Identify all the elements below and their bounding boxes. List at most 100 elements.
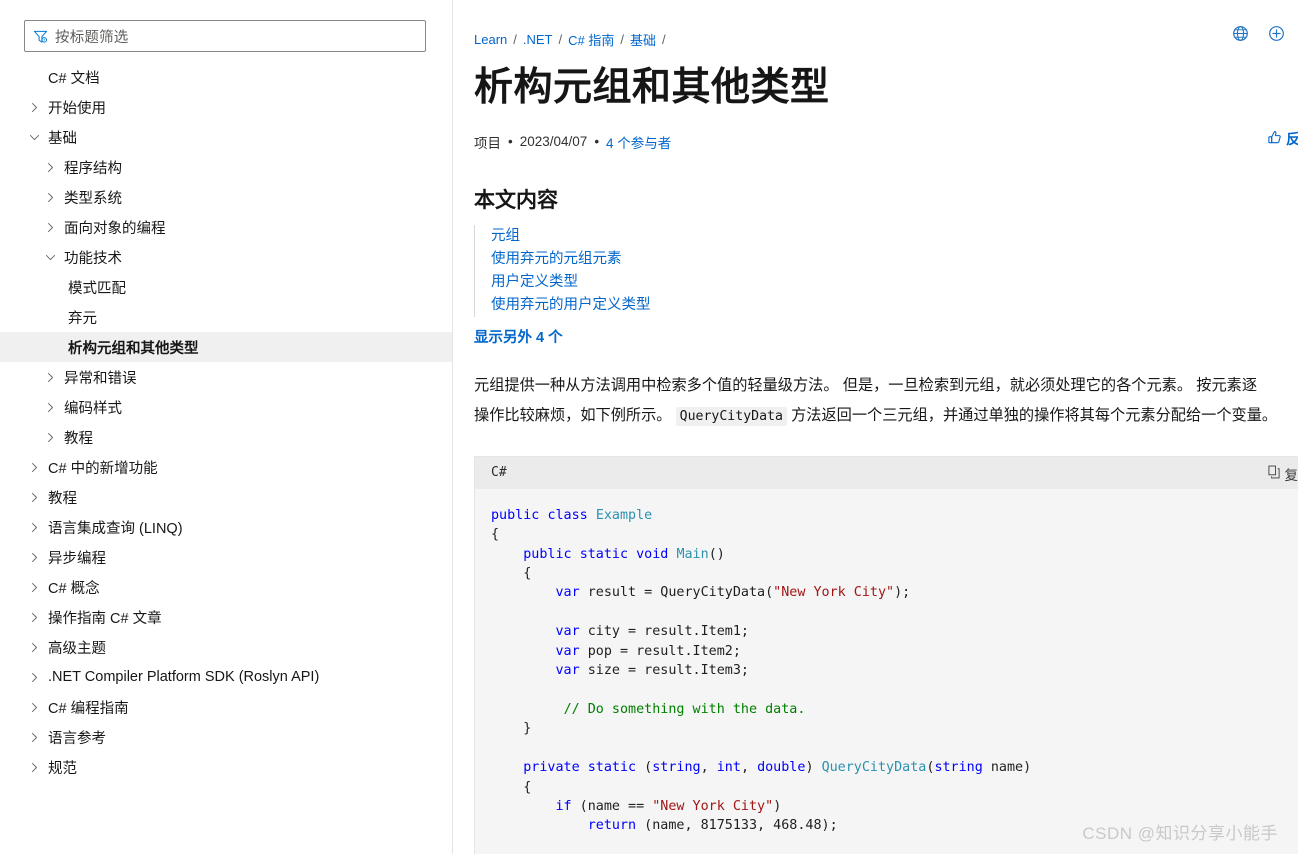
feedback-button[interactable]: 反 [1267,129,1298,149]
breadcrumb-separator: / [662,32,666,47]
code-language-label: C# [491,465,507,481]
sidebar-item-20[interactable]: .NET Compiler Platform SDK (Roslyn API) [0,662,452,692]
filter-container: 按标题筛选 [0,0,452,52]
sidebar-item-label: C# 中的新增功能 [48,460,158,477]
chevron-right-icon[interactable] [44,191,57,204]
article-paragraph: 元组提供一种从方法调用中检索多个值的轻量级方法。 但是，一旦检索到元组，就必须处… [474,371,1282,432]
sidebar-item-17[interactable]: C# 概念 [0,572,452,602]
header-icon-group [1232,25,1285,42]
sidebar-item-label: 编码样式 [64,400,122,417]
copy-code-button[interactable]: 复 [1267,464,1298,484]
chevron-right-icon[interactable] [28,461,41,474]
sidebar-item-label: 弃元 [68,310,97,327]
sidebar-item-label: .NET Compiler Platform SDK (Roslyn API) [48,669,320,685]
sidebar-item-10[interactable]: 异常和错误 [0,362,452,392]
sidebar-item-label: 程序结构 [64,160,122,177]
toc-heading: 本文内容 [474,188,558,212]
filter-icon [33,29,48,44]
chevron-down-icon[interactable] [28,131,41,144]
sidebar-item-16[interactable]: 异步编程 [0,542,452,572]
toc-link-1[interactable]: 使用弃元的元组元素 [491,248,1298,271]
sidebar-item-21[interactable]: C# 编程指南 [0,692,452,722]
sidebar-item-label: 教程 [64,430,93,447]
copy-code-label: 复 [1284,467,1298,483]
chevron-right-icon[interactable] [28,731,41,744]
sidebar-item-label: 语言集成查询 (LINQ) [48,520,183,537]
sidebar-item-label: 析构元组和其他类型 [68,340,199,357]
page-meta: 项目 • 2023/04/07 • 4 个参与者 [474,132,1298,152]
sidebar-nav: C# 文档开始使用基础程序结构类型系统面向对象的编程功能技术 模式匹配弃元析构元组… [0,62,452,782]
chevron-right-icon[interactable] [44,401,57,414]
toc-show-more[interactable]: 显示另外 4 个 [474,326,563,347]
meta-contributors-link[interactable]: 4 个参与者 [606,132,671,152]
globe-icon[interactable] [1232,25,1249,42]
chevron-down-icon[interactable] [44,251,57,264]
sidebar-item-label: C# 编程指南 [48,700,129,717]
sidebar-item-label: 开始使用 [48,100,106,117]
paragraph-line-2a: 操作比较麻烦，如下例所示。 [474,406,676,424]
sidebar-item-2[interactable]: 基础 [0,122,452,152]
sidebar-item-7[interactable]: 模式匹配 [0,272,452,302]
chevron-right-icon[interactable] [28,671,41,684]
sidebar-item-label: C# 概念 [48,580,100,597]
sidebar-item-19[interactable]: 高级主题 [0,632,452,662]
sidebar-item-label: 教程 [48,490,77,507]
code-content[interactable]: public class Example { public static voi… [475,488,1298,854]
chevron-right-icon[interactable] [44,221,57,234]
chevron-right-icon[interactable] [28,641,41,654]
chevron-right-icon[interactable] [28,611,41,624]
sidebar-item-3[interactable]: 程序结构 [0,152,452,182]
toc-list: 元组 使用弃元的元组元素 用户定义类型 使用弃元的用户定义类型 [474,224,1298,317]
thumbs-up-icon [1267,130,1282,148]
toc-link-0[interactable]: 元组 [491,225,1298,248]
add-circle-icon[interactable] [1268,25,1285,42]
chevron-right-icon[interactable] [44,431,57,444]
chevron-right-icon[interactable] [28,491,41,504]
chevron-right-icon[interactable] [28,551,41,564]
chevron-right-icon[interactable] [28,701,41,714]
sidebar-item-4[interactable]: 类型系统 [0,182,452,212]
sidebar-item-22[interactable]: 语言参考 [0,722,452,752]
chevron-right-icon[interactable] [44,371,57,384]
breadcrumb-separator: / [513,32,517,47]
filter-input[interactable]: 按标题筛选 [24,20,426,52]
paragraph-line-2b: 方法返回一个三元组，并通过单独的操作将其每个元素分配给一个变量。 [786,406,1278,424]
paragraph-line-1: 元组提供一种从方法调用中检索多个值的轻量级方法。 但是，一旦检索到元组，就必须处… [474,376,1258,394]
inline-code: QueryCityData [675,406,787,426]
sidebar-item-label: 高级主题 [48,640,106,657]
sidebar-item-1[interactable]: 开始使用 [0,92,452,122]
sidebar-item-14[interactable]: 教程 [0,482,452,512]
toc-link-3[interactable]: 使用弃元的用户定义类型 [491,294,1298,317]
sidebar-item-0[interactable]: C# 文档 [0,62,452,92]
sidebar-item-8[interactable]: 弃元 [0,302,452,332]
meta-separator-2: • [594,134,600,150]
sidebar-item-13[interactable]: C# 中的新增功能 [0,452,452,482]
sidebar-item-11[interactable]: 编码样式 [0,392,452,422]
sidebar-item-label: C# 文档 [48,70,100,87]
sidebar-item-9[interactable]: 析构元组和其他类型 [0,332,452,362]
sidebar-item-5[interactable]: 面向对象的编程 [0,212,452,242]
chevron-right-icon[interactable] [28,521,41,534]
page-title: 析构元组和其他类型 [474,66,830,109]
sidebar-item-6[interactable]: 功能技术 [0,242,452,272]
breadcrumb-item-2[interactable]: C# 指南 [568,30,614,49]
chevron-right-icon[interactable] [28,101,41,114]
code-block-header: C# [475,456,1298,489]
toc-link-2[interactable]: 用户定义类型 [491,271,1298,294]
sidebar: 按标题筛选 C# 文档开始使用基础程序结构类型系统面向对象的编程功能技术 模式匹配… [0,0,453,854]
chevron-right-icon[interactable] [44,161,57,174]
chevron-right-icon[interactable] [28,761,41,774]
sidebar-item-label: 面向对象的编程 [64,220,166,237]
meta-type: 项目 [474,135,501,151]
breadcrumb-item-3[interactable]: 基础 [630,30,656,49]
sidebar-item-15[interactable]: 语言集成查询 (LINQ) [0,512,452,542]
sidebar-item-18[interactable]: 操作指南 C# 文章 [0,602,452,632]
breadcrumb: Learn / .NET / C# 指南 / 基础 / [474,30,1298,49]
breadcrumb-item-0[interactable]: Learn [474,32,507,47]
breadcrumb-item-1[interactable]: .NET [523,32,553,47]
chevron-right-icon[interactable] [28,581,41,594]
sidebar-item-label: 类型系统 [64,190,122,207]
sidebar-item-23[interactable]: 规范 [0,752,452,782]
sidebar-item-12[interactable]: 教程 [0,422,452,452]
meta-date: 2023/04/07 [519,134,588,150]
